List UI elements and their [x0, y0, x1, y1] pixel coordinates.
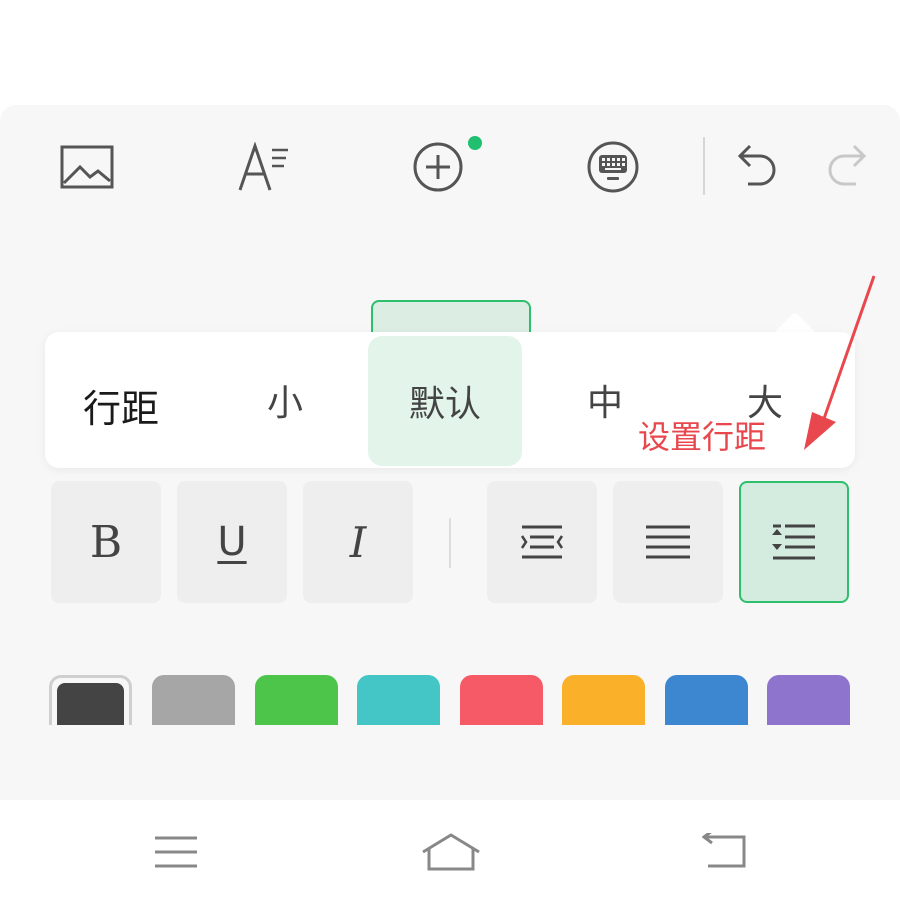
color-swatch-0[interactable] [49, 675, 132, 725]
back-icon[interactable] [701, 829, 748, 873]
line-spacing-button[interactable] [739, 481, 849, 603]
menu-icon[interactable] [155, 835, 197, 873]
color-swatch-7[interactable] [767, 675, 850, 725]
annotation-label: 设置行距 [638, 418, 767, 456]
home-icon[interactable] [421, 832, 481, 876]
keyboard-icon[interactable] [586, 141, 640, 193]
line-spacing-option-default[interactable]: 默认 [368, 336, 522, 466]
notification-badge [468, 136, 482, 150]
color-swatch-4[interactable] [460, 675, 543, 725]
line-spacing-option-small[interactable]: 小 [205, 332, 365, 468]
align-justify-button[interactable] [613, 481, 723, 603]
color-swatch-3[interactable] [357, 675, 440, 725]
underline-button[interactable]: U [177, 481, 287, 603]
bold-button[interactable]: B [51, 481, 161, 603]
italic-icon: I [349, 517, 367, 567]
toolbar-divider [703, 137, 705, 195]
add-circle-icon[interactable] [412, 141, 464, 193]
format-divider [449, 518, 451, 568]
color-swatch-2[interactable] [255, 675, 338, 725]
indent-button[interactable] [487, 481, 597, 603]
undo-icon[interactable] [736, 142, 778, 190]
color-swatch-1[interactable] [152, 675, 235, 725]
color-swatch-6[interactable] [665, 675, 748, 725]
redo-icon[interactable] [826, 142, 868, 190]
image-icon[interactable] [60, 145, 114, 189]
line-spacing-icon [772, 524, 815, 560]
underline-icon: U [217, 519, 247, 565]
bold-icon: B [89, 516, 123, 568]
annotation-arrow-icon [804, 275, 876, 450]
text-format-icon[interactable] [238, 142, 292, 192]
align-justify-icon [646, 525, 690, 559]
indent-icon [520, 525, 564, 559]
italic-button[interactable]: I [303, 481, 413, 603]
color-swatch-fill [57, 683, 124, 725]
color-swatch-5[interactable] [562, 675, 645, 725]
line-spacing-title: 行距 [83, 387, 160, 431]
